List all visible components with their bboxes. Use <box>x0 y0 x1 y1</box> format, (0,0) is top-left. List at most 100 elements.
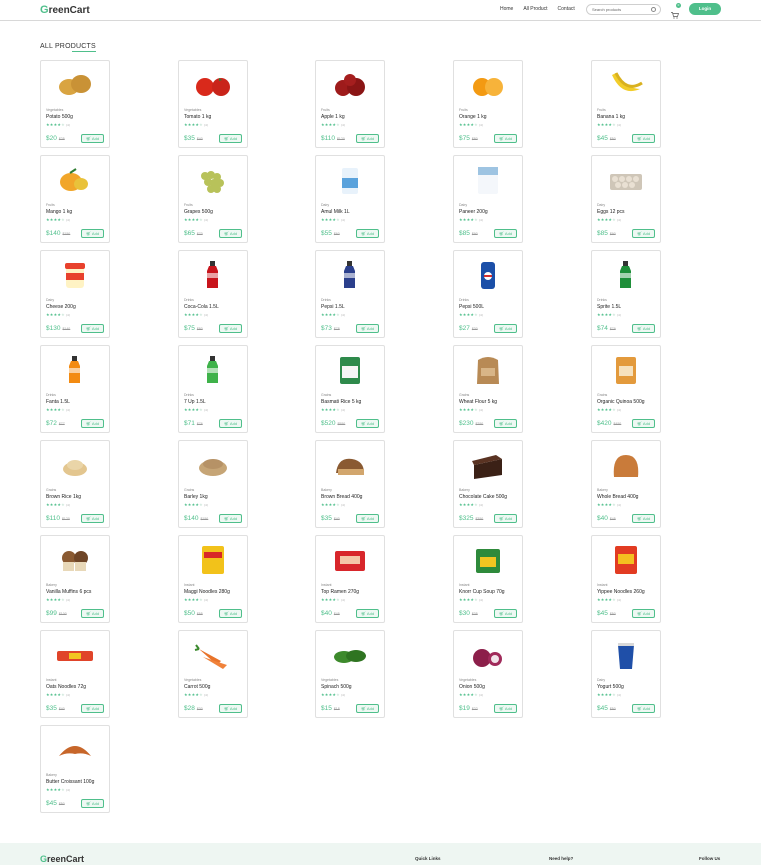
product-card[interactable]: Fruits Apple 1 kg ★★★★★(4) $110 $120 🛒︎ A… <box>315 60 385 148</box>
product-name[interactable]: Coca-Cola 1.5L <box>184 304 219 310</box>
product-card[interactable]: Dairy Amul Milk 1L ★★★★★(4) $55 $60 🛒︎ Ad… <box>315 155 385 243</box>
nav-contact[interactable]: Contact <box>558 6 575 12</box>
product-image[interactable] <box>53 162 97 198</box>
product-name[interactable]: Brown Bread 400g <box>321 494 362 500</box>
product-name[interactable]: Vanilla Muffins 6 pcs <box>46 589 91 595</box>
product-name[interactable]: Whole Bread 400g <box>597 494 638 500</box>
search-input[interactable]: Search products <box>586 4 661 15</box>
add-to-cart-button[interactable]: 🛒︎ Add <box>81 514 104 523</box>
product-card[interactable]: Grains Organic Quinoa 500g ★★★★★(4) $420… <box>591 345 661 433</box>
logo[interactable]: GreenCart <box>40 4 90 16</box>
add-to-cart-button[interactable]: 🛒︎ Add <box>219 514 242 523</box>
add-to-cart-button[interactable]: 🛒︎ Add <box>494 324 517 333</box>
product-image[interactable] <box>604 447 648 483</box>
product-image[interactable] <box>53 257 97 293</box>
product-name[interactable]: Pepsi 500L <box>459 304 484 310</box>
add-to-cart-button[interactable]: 🛒︎ Add <box>494 419 517 428</box>
product-image[interactable] <box>604 257 648 293</box>
product-card[interactable]: Bakery Chocolate Cake 500g ★★★★★(4) $325… <box>453 440 523 528</box>
product-card[interactable]: Instant Top Ramen 270g ★★★★★(4) $40 $45 🛒… <box>315 535 385 623</box>
add-to-cart-button[interactable]: 🛒︎ Add <box>356 704 379 713</box>
product-name[interactable]: Potato 500g <box>46 114 73 120</box>
product-card[interactable]: Drinks Fanta 1.5L ★★★★★(4) $72 $77 🛒︎ Add <box>40 345 110 433</box>
product-name[interactable]: Banana 1 kg <box>597 114 625 120</box>
add-to-cart-button[interactable]: 🛒︎ Add <box>81 799 104 808</box>
add-to-cart-button[interactable]: 🛒︎ Add <box>494 134 517 143</box>
add-to-cart-button[interactable]: 🛒︎ Add <box>632 229 655 238</box>
product-name[interactable]: Onion 500g <box>459 684 485 690</box>
product-name[interactable]: Barley 1kg <box>184 494 208 500</box>
product-card[interactable]: Bakery Vanilla Muffins 6 pcs ★★★★★(4) $9… <box>40 535 110 623</box>
product-card[interactable]: Instant Oats Noodles 72g ★★★★★(4) $35 $40… <box>40 630 110 718</box>
product-image[interactable] <box>191 162 235 198</box>
add-to-cart-button[interactable]: 🛒︎ Add <box>494 704 517 713</box>
product-name[interactable]: Orange 1 kg <box>459 114 487 120</box>
product-card[interactable]: Drinks Coca-Cola 1.5L ★★★★★(4) $75 $80 🛒︎… <box>178 250 248 338</box>
product-image[interactable] <box>53 447 97 483</box>
add-to-cart-button[interactable]: 🛒︎ Add <box>632 609 655 618</box>
product-name[interactable]: Butter Croissant 100g <box>46 779 94 785</box>
nav-all-product[interactable]: All Product <box>523 6 547 12</box>
product-card[interactable]: Dairy Paneer 200g ★★★★★(4) $85 $90 🛒︎ Add <box>453 155 523 243</box>
add-to-cart-button[interactable]: 🛒︎ Add <box>219 609 242 618</box>
product-name[interactable]: Sprite 1.5L <box>597 304 621 310</box>
product-image[interactable] <box>191 637 235 673</box>
product-image[interactable] <box>604 637 648 673</box>
product-image[interactable] <box>53 352 97 388</box>
product-image[interactable] <box>328 67 372 103</box>
product-card[interactable]: Vegetables Potato 500g ★★★★★(4) $20 $25 🛒… <box>40 60 110 148</box>
product-card[interactable]: Drinks Sprite 1.5L ★★★★★(4) $74 $79 🛒︎ Ad… <box>591 250 661 338</box>
add-to-cart-button[interactable]: 🛒︎ Add <box>632 324 655 333</box>
product-name[interactable]: Wheat Flour 5 kg <box>459 399 497 405</box>
product-card[interactable]: Dairy Yogurt 500g ★★★★★(4) $45 $50 🛒︎ Add <box>591 630 661 718</box>
product-image[interactable] <box>466 352 510 388</box>
product-image[interactable] <box>191 352 235 388</box>
product-name[interactable]: 7 Up 1.5L <box>184 399 206 405</box>
add-to-cart-button[interactable]: 🛒︎ Add <box>219 324 242 333</box>
add-to-cart-button[interactable]: 🛒︎ Add <box>356 419 379 428</box>
add-to-cart-button[interactable]: 🛒︎ Add <box>632 514 655 523</box>
product-image[interactable] <box>604 162 648 198</box>
product-card[interactable]: Vegetables Onion 500g ★★★★★(4) $19 $22 🛒︎… <box>453 630 523 718</box>
product-card[interactable]: Dairy Cheese 200g ★★★★★(4) $130 $140 🛒︎ A… <box>40 250 110 338</box>
product-name[interactable]: Knorr Cup Soup 70g <box>459 589 505 595</box>
product-image[interactable] <box>604 352 648 388</box>
product-name[interactable]: Fanta 1.5L <box>46 399 70 405</box>
product-card[interactable]: Instant Maggi Noodles 280g ★★★★★(4) $50 $… <box>178 535 248 623</box>
add-to-cart-button[interactable]: 🛒︎ Add <box>219 134 242 143</box>
product-name[interactable]: Yogurt 500g <box>597 684 624 690</box>
product-image[interactable] <box>466 447 510 483</box>
add-to-cart-button[interactable]: 🛒︎ Add <box>81 134 104 143</box>
product-image[interactable] <box>328 352 372 388</box>
product-name[interactable]: Cheese 200g <box>46 304 76 310</box>
product-card[interactable]: Fruits Grapes 500g ★★★★★(4) $65 $70 🛒︎ Ad… <box>178 155 248 243</box>
product-name[interactable]: Eggs 12 pcs <box>597 209 625 215</box>
add-to-cart-button[interactable]: 🛒︎ Add <box>356 609 379 618</box>
cart-button[interactable]: 0 <box>671 3 681 19</box>
product-image[interactable] <box>604 542 648 578</box>
product-image[interactable] <box>191 257 235 293</box>
product-image[interactable] <box>191 542 235 578</box>
product-image[interactable] <box>466 542 510 578</box>
product-image[interactable] <box>466 162 510 198</box>
add-to-cart-button[interactable]: 🛒︎ Add <box>494 229 517 238</box>
product-image[interactable] <box>466 257 510 293</box>
add-to-cart-button[interactable]: 🛒︎ Add <box>356 324 379 333</box>
product-name[interactable]: Carrot 500g <box>184 684 210 690</box>
product-name[interactable]: Apple 1 kg <box>321 114 345 120</box>
login-button[interactable]: Login <box>689 3 721 15</box>
product-card[interactable]: Drinks 7 Up 1.5L ★★★★★(4) $71 $76 🛒︎ Add <box>178 345 248 433</box>
product-card[interactable]: Fruits Mango 1 kg ★★★★★(4) $140 $150 🛒︎ A… <box>40 155 110 243</box>
product-name[interactable]: Organic Quinoa 500g <box>597 399 645 405</box>
product-card[interactable]: Fruits Orange 1 kg ★★★★★(4) $75 $80 🛒︎ Ad… <box>453 60 523 148</box>
product-name[interactable]: Basmati Rice 5 kg <box>321 399 361 405</box>
product-card[interactable]: Vegetables Carrot 500g ★★★★★(4) $28 $30 🛒… <box>178 630 248 718</box>
add-to-cart-button[interactable]: 🛒︎ Add <box>494 514 517 523</box>
product-card[interactable]: Grains Brown Rice 1kg ★★★★★(4) $110 $120 … <box>40 440 110 528</box>
product-image[interactable] <box>53 732 97 768</box>
product-image[interactable] <box>328 637 372 673</box>
product-name[interactable]: Spinach 500g <box>321 684 352 690</box>
product-card[interactable]: Fruits Banana 1 kg ★★★★★(4) $45 $50 🛒︎ Ad… <box>591 60 661 148</box>
product-image[interactable] <box>53 67 97 103</box>
product-image[interactable] <box>466 67 510 103</box>
